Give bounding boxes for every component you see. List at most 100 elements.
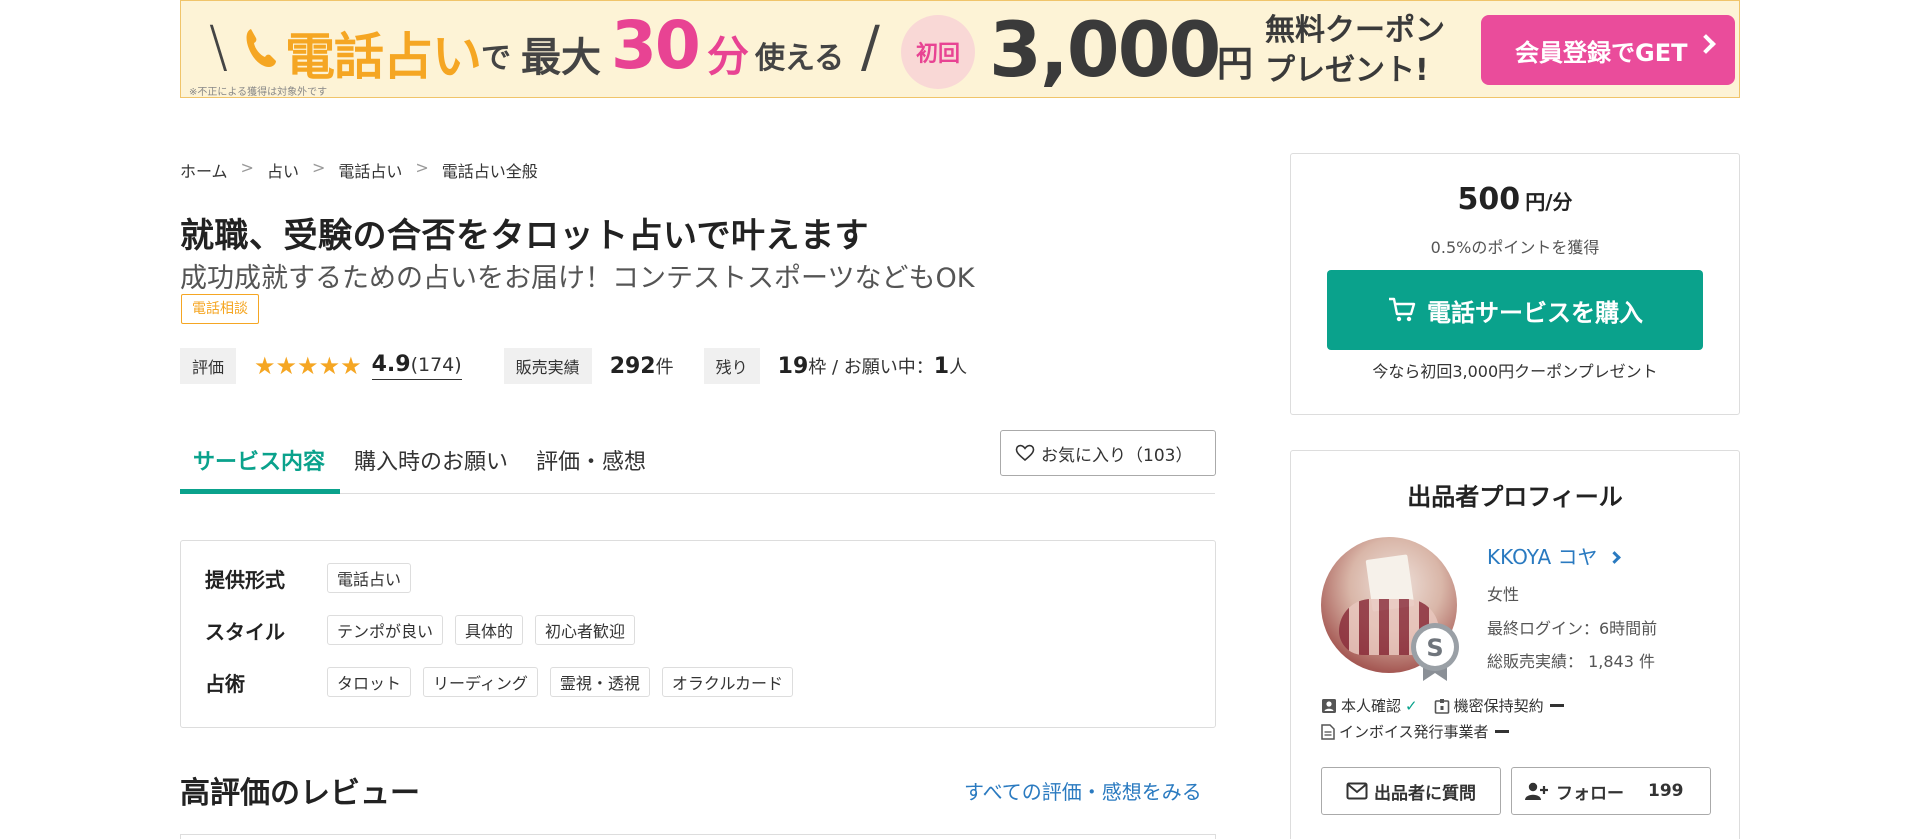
spec-key-style: スタイル (205, 619, 285, 644)
phone-icon (246, 29, 276, 67)
service-stats: 評価 ★★★★★ 4.9(174) 販売実績 292 件 残り 19 枠 / お… (180, 348, 967, 384)
rank-letter: S (1426, 634, 1443, 662)
breadcrumb: ホーム > 占い > 電話占い > 電話占い全般 (180, 158, 538, 182)
banner-slash: / (861, 15, 880, 80)
sales-count: 292 (609, 353, 656, 379)
spec-chip: 霊視・透視 (549, 667, 650, 697)
banner-backslash: \ (209, 15, 228, 80)
nda-label: 機密保持契約 (1453, 697, 1544, 715)
breadcrumb-item-phone-fortune[interactable]: 電話占い (338, 158, 402, 182)
cart-icon (1389, 297, 1416, 322)
rank-badge-icon: S (1411, 623, 1459, 681)
buy-phone-service-button[interactable]: 電話サービスを購入 (1327, 270, 1703, 350)
favorite-label: お気に入り（103） (1041, 445, 1193, 466)
seller-profile-box: 出品者プロフィール S KKOYA コヤ 女性 最終ログイン：6時間前 総販売実… (1290, 450, 1740, 839)
reviews-section-title: 高評価のレビュー (180, 776, 420, 811)
banner-yen: 円 (1217, 44, 1254, 85)
remain-count: 19 (777, 353, 809, 379)
all-reviews-link[interactable]: すべての評価・感想をみる (964, 776, 1202, 805)
rating-label: 評価 (180, 348, 237, 384)
profile-title: 出品者プロフィール (1407, 483, 1623, 511)
follow-label: フォロー (1556, 783, 1624, 804)
price-value: 500 (1457, 182, 1521, 217)
document-icon (1321, 723, 1335, 740)
invoice-row: インボイス発行事業者 (1321, 721, 1509, 742)
page-subtitle: 成功成就するための占いをお届け！コンテストスポーツなどもOK (180, 263, 975, 294)
chevron-right-icon (1696, 34, 1716, 54)
active-tab-indicator (180, 489, 340, 494)
banner-note: ※不正による獲得は対象外です (189, 87, 328, 98)
invoice-label: インボイス発行事業者 (1339, 723, 1489, 741)
points-note: 0.5%のポイントを獲得 (1430, 238, 1600, 257)
check-icon: ✓ (1405, 696, 1418, 715)
spec-chip: オラクルカード (661, 667, 793, 697)
breadcrumb-item-phone-fortune-all[interactable]: 電話占い全般 (442, 158, 538, 182)
verification-row: 本人確認 ✓ 機密保持契約 (1321, 695, 1564, 716)
register-get-label: 会員登録でGET (1515, 38, 1688, 67)
banner-free-coupon-line1: 無料クーポン (1265, 13, 1445, 48)
service-spec-box: 提供形式 電話占い スタイル テンポが良い 具体的 初心者歓迎 占術 タロット … (180, 540, 1216, 728)
spec-chip: 具体的 (455, 615, 524, 645)
tab-service-content[interactable]: サービス内容 (193, 444, 325, 476)
requests-count: 1 (933, 353, 950, 379)
register-get-button[interactable]: 会員登録でGET (1481, 15, 1735, 85)
tab-purchase-request[interactable]: 購入時のお願い (354, 444, 508, 476)
rating-count: (174) (410, 354, 462, 376)
breadcrumb-separator: > (240, 158, 254, 177)
spec-chip: リーディング (423, 667, 538, 697)
favorite-button[interactable]: お気に入り（103） (1000, 430, 1216, 476)
tab-reviews[interactable]: 評価・感想 (536, 444, 646, 476)
banner-minutes-unit: 分 (707, 32, 750, 81)
ask-seller-button[interactable]: 出品者に質問 (1321, 767, 1501, 815)
seller-name: KKOYA コヤ (1487, 545, 1598, 569)
dash-icon (1549, 704, 1564, 707)
banner-amount: 3,000 (989, 5, 1221, 94)
banner-max: 最大 (521, 35, 601, 81)
banner-free-coupon-line2: プレゼント! (1265, 53, 1429, 88)
review-card (180, 834, 1216, 839)
banner-use: 使える (755, 41, 845, 76)
follow-count: 199 (1648, 781, 1684, 801)
remain-label: 残り (703, 348, 760, 384)
breadcrumb-separator: > (311, 158, 326, 177)
banner-free-coupon: 無料クーポン プレゼント! (1265, 11, 1445, 91)
mail-icon (1346, 782, 1368, 800)
seller-total-sales: 総販売実績： 1,843 件 (1487, 652, 1655, 671)
seller-last-login: 最終ログイン：6時間前 (1487, 619, 1658, 638)
category-tag: 電話相談 (181, 294, 259, 324)
rating-link[interactable]: 4.9(174) (371, 352, 462, 380)
spec-row-format: 提供形式 電話占い (205, 563, 423, 593)
seller-gender: 女性 (1487, 585, 1520, 604)
star-rating-icon: ★★★★★ (254, 352, 362, 380)
coupon-note: 今なら初回3,000円クーポンプレゼント (1372, 362, 1658, 381)
lock-document-icon (1434, 698, 1449, 714)
chevron-right-icon (1607, 551, 1621, 564)
breadcrumb-item-fortune[interactable]: 占い (267, 158, 299, 182)
add-user-icon (1525, 782, 1548, 800)
promo-banner[interactable]: \ 電話占い で 最大 30 分 使える / 初回 3,000 円 無料クーポン… (180, 0, 1740, 98)
spec-chip: タロット (327, 667, 412, 697)
spec-chip: 初心者歓迎 (535, 615, 636, 645)
price-unit: 円/分 (1525, 190, 1573, 214)
remain-unit: 枠 / お願い中： (808, 357, 934, 378)
dash-icon (1494, 730, 1509, 733)
identity-verified-label: 本人確認 (1341, 697, 1402, 715)
price: 500 円/分 (1291, 182, 1739, 217)
rating-value: 4.9 (371, 352, 411, 377)
sales-label: 販売実績 (503, 348, 592, 384)
spec-chip: 電話占い (327, 563, 412, 593)
buy-label: 電話サービスを購入 (1427, 298, 1643, 327)
sales-unit: 件 (655, 357, 674, 378)
spec-key-format: 提供形式 (205, 567, 285, 592)
banner-minutes: 30 (611, 7, 701, 84)
banner-particle: で (481, 41, 511, 76)
banner-tel-label: 電話占い (285, 28, 482, 86)
seller-name-link[interactable]: KKOYA コヤ (1487, 541, 1621, 570)
breadcrumb-item-home[interactable]: ホーム (180, 158, 228, 182)
purchase-box: 500 円/分 0.5%のポイントを獲得 電話サービスを購入 今なら初回3,00… (1290, 153, 1740, 415)
id-card-icon (1322, 698, 1336, 713)
requests-unit: 人 (949, 357, 968, 378)
heart-icon (1015, 444, 1035, 462)
spec-chip: テンポが良い (327, 615, 444, 645)
follow-button[interactable]: フォロー 199 (1511, 767, 1711, 815)
